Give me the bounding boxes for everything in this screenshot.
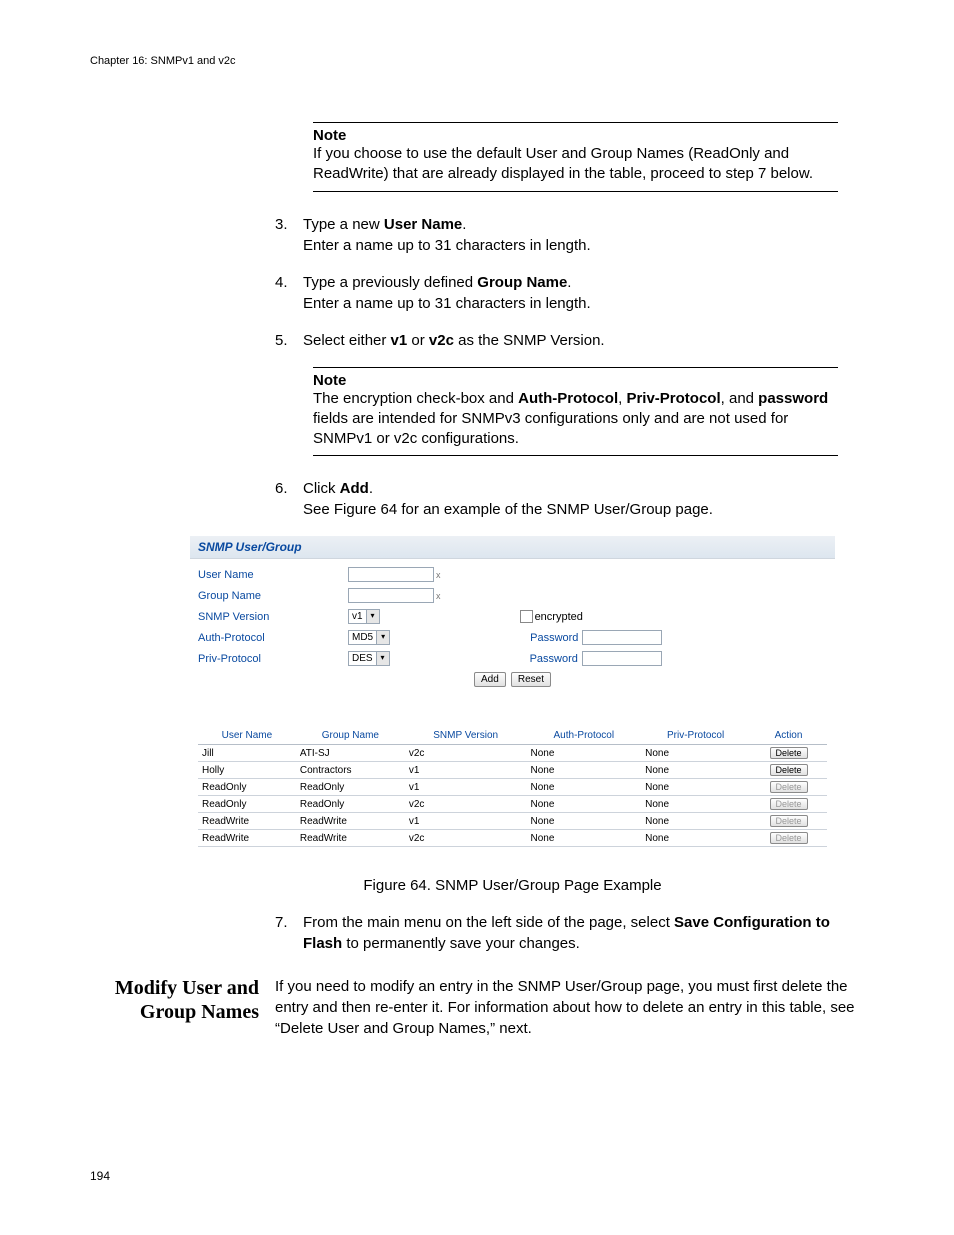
label-auth-protocol: Auth-Protocol (198, 632, 348, 644)
delete-button: Delete (770, 832, 808, 844)
label-password: Password (530, 632, 578, 644)
note-body: If you choose to use the default User an… (313, 144, 838, 185)
table-row: ReadOnlyReadOnlyv1NoneNoneDelete (198, 779, 827, 796)
label-priv-protocol: Priv-Protocol (198, 653, 348, 665)
col-group-name: Group Name (296, 727, 405, 745)
section-heading: Modify User and Group Names (90, 976, 275, 1039)
label-encrypted: encrypted (535, 611, 583, 623)
table-row: ReadWriteReadWritev2cNoneNoneDelete (198, 830, 827, 847)
step-3: 3. Type a new User Name. Enter a name up… (275, 214, 864, 256)
label-password: Password (530, 653, 578, 665)
label-group-name: Group Name (198, 590, 348, 602)
page-number: 194 (90, 1169, 110, 1183)
col-user-name: User Name (198, 727, 296, 745)
delete-button[interactable]: Delete (770, 747, 808, 759)
note-title: Note (313, 372, 838, 389)
figure-caption: Figure 64. SNMP User/Group Page Example (190, 877, 835, 894)
col-auth-protocol: Auth-Protocol (527, 727, 642, 745)
delete-button[interactable]: Delete (770, 764, 808, 776)
col-priv-protocol: Priv-Protocol (641, 727, 750, 745)
panel-title: SNMP User/Group (190, 536, 835, 559)
delete-button: Delete (770, 781, 808, 793)
note-title: Note (313, 127, 838, 144)
auth-protocol-select[interactable]: MD5▾ (348, 630, 390, 645)
chevron-down-icon: ▾ (366, 610, 379, 623)
step-4: 4. Type a previously defined Group Name.… (275, 272, 864, 314)
step-7: 7. From the main menu on the left side o… (275, 912, 864, 954)
chevron-down-icon: ▾ (376, 631, 389, 644)
reset-button[interactable]: Reset (511, 672, 551, 687)
step-6: 6. Click Add. See Figure 64 for an examp… (275, 478, 864, 520)
priv-protocol-select[interactable]: DES▾ (348, 651, 390, 666)
note-block-2: Note The encryption check-box and Auth-P… (313, 367, 838, 457)
note-block-1: Note If you choose to use the default Us… (313, 122, 838, 192)
user-name-input[interactable] (348, 567, 434, 582)
delete-button: Delete (770, 798, 808, 810)
note-body: The encryption check-box and Auth-Protoc… (313, 389, 838, 450)
priv-password-input[interactable] (582, 651, 662, 666)
step-5: 5. Select either v1 or v2c as the SNMP V… (275, 330, 864, 351)
group-name-input[interactable] (348, 588, 434, 603)
auth-password-input[interactable] (582, 630, 662, 645)
chapter-header: Chapter 16: SNMPv1 and v2c (90, 55, 864, 67)
section-paragraph: If you need to modify an entry in the SN… (275, 976, 864, 1039)
delete-button: Delete (770, 815, 808, 827)
snmp-version-select[interactable]: v1▾ (348, 609, 380, 624)
col-snmp-version: SNMP Version (405, 727, 527, 745)
table-row: HollyContractorsv1NoneNoneDelete (198, 762, 827, 779)
user-group-table: User Name Group Name SNMP Version Auth-P… (198, 727, 827, 847)
chevron-down-icon: ▾ (376, 652, 389, 665)
add-button[interactable]: Add (474, 672, 506, 687)
label-user-name: User Name (198, 569, 348, 581)
table-row: ReadOnlyReadOnlyv2cNoneNoneDelete (198, 796, 827, 813)
label-snmp-version: SNMP Version (198, 611, 348, 623)
encrypted-checkbox[interactable] (520, 610, 533, 623)
table-row: ReadWriteReadWritev1NoneNoneDelete (198, 813, 827, 830)
hint-x: x (436, 570, 441, 580)
col-action: Action (750, 727, 827, 745)
table-row: JillATI-SJv2cNoneNoneDelete (198, 745, 827, 762)
hint-x: x (436, 591, 441, 601)
